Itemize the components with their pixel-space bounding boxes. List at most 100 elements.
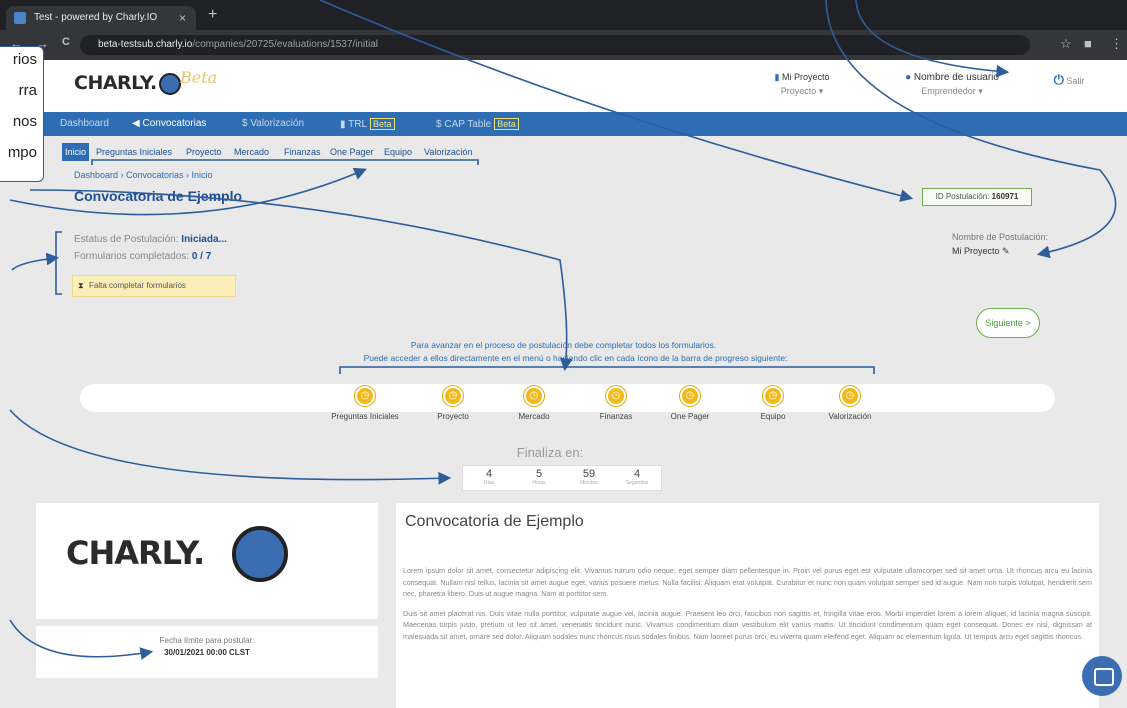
browser-tab[interactable]: Test - powered by Charly.IO × (6, 6, 196, 30)
nombre-postulacion-label: Nombre de Postulación: (952, 232, 1049, 242)
step-label: Proyecto (437, 412, 469, 421)
brand-logo[interactable]: CHARLY. (74, 72, 181, 95)
fecha-limite-value: 30/01/2021 00:00 CLST (164, 648, 250, 657)
url-path: /companies/20725/evaluations/1537/initia… (192, 39, 378, 50)
fecha-limite-card: Fecha límite para postular: 30/01/2021 0… (36, 626, 378, 678)
tab-close-icon[interactable]: × (179, 6, 186, 30)
chat-widget-icon[interactable] (1082, 656, 1122, 696)
reload-icon[interactable]: C (62, 36, 70, 48)
trl-beta-badge: Beta (370, 118, 395, 130)
extension-icon[interactable]: ■ (1084, 36, 1092, 51)
clock-icon: ◷ (355, 386, 375, 406)
status-value: Iniciada... (181, 234, 227, 245)
tab-valorizacion[interactable]: Valorización (424, 143, 472, 161)
step-label: One Pager (670, 412, 710, 421)
countdown-value: 4 (633, 468, 641, 480)
convocatoria-logo-badge-icon (232, 526, 288, 582)
nav-dashboard[interactable]: Dashboard (60, 112, 109, 136)
nav-cap-table[interactable]: $ CAP Table Beta (436, 112, 519, 136)
finaliza-label: Finaliza en: (516, 445, 584, 460)
description-paragraph: Duis sit amet placerat nis. Duis vitae n… (403, 608, 1092, 641)
logout-label: Salir (1066, 76, 1085, 86)
annotation-callout: rios rra nos mpo (0, 46, 44, 182)
countdown-unit: Horas (532, 480, 546, 486)
logout-button[interactable]: ⏻ Salir (1044, 72, 1094, 88)
countdown-value: 59 (582, 468, 596, 480)
project-icon: ▮ (774, 72, 780, 82)
app-header: CHARLY. Beta ▮ Mi Proyecto Proyecto ▾ ● … (0, 60, 1127, 112)
browser-toolbar: ← → C beta-testsub.charly.io/companies/2… (0, 30, 1127, 60)
favicon-icon (14, 12, 26, 24)
brand-badge-icon (158, 72, 181, 95)
dollar-icon: $ (436, 119, 442, 130)
step-one-pager[interactable]: ◷ One Pager (655, 386, 725, 421)
id-postulacion-value: 160971 (991, 192, 1019, 201)
countdown-value: 5 (535, 468, 543, 480)
callout-line: rra (18, 82, 37, 99)
nombre-postulacion: Nombre de Postulación: Mi Proyecto ✎ (952, 232, 1048, 257)
status-line: Estatus de Postulación: Iniciada... (74, 234, 227, 245)
step-finanzas[interactable]: ◷ Finanzas (581, 386, 651, 421)
nav-convocatorias[interactable]: ◀ Convocatorias (132, 112, 206, 136)
new-tab-button[interactable]: + (208, 6, 217, 24)
step-mercado[interactable]: ◷ Mercado (499, 386, 569, 421)
fecha-limite-label: Fecha límite para postular: (159, 636, 255, 645)
nav-cap-table-label: CAP Table (444, 119, 492, 130)
countdown: 4 Días 5 Horas 59 Minutos 4 Segundos (462, 465, 662, 491)
project-menu[interactable]: ▮ Mi Proyecto Proyecto ▾ (762, 72, 842, 97)
clock-icon: ◷ (680, 386, 700, 406)
tab-proyecto[interactable]: Proyecto (186, 143, 222, 161)
step-proyecto[interactable]: ◷ Proyecto (418, 386, 488, 421)
nav-valorizacion[interactable]: $ Valorización (242, 112, 304, 136)
user-name: Nombre de usuario (913, 72, 999, 83)
countdown-unit: Días (483, 480, 495, 486)
tab-equipo[interactable]: Equipo (384, 143, 412, 161)
nav-convocatorias-label: Convocatorias (142, 118, 207, 129)
nombre-postulacion-value: Mi Proyecto (952, 246, 1000, 256)
project-dropdown[interactable]: Proyecto ▾ (762, 86, 842, 97)
countdown-minutes: 59 Minutos (569, 468, 609, 486)
forms-line: Formularios completados: 0 / 7 (74, 251, 211, 262)
breadcrumb[interactable]: Dashboard › Convocatorias › Inicio (74, 170, 213, 180)
user-menu[interactable]: ● Nombre de usuario Emprendedor ▾ (892, 72, 1012, 97)
clock-icon: ◷ (840, 386, 860, 406)
star-icon[interactable]: ☆ (1060, 36, 1072, 52)
callout-line: nos (12, 113, 37, 130)
trl-icon: ▮ (340, 119, 346, 130)
countdown-seconds: 4 Segundos (617, 468, 657, 486)
user-role-dropdown[interactable]: Emprendedor ▾ (892, 86, 1012, 97)
status-label: Estatus de Postulación: (74, 234, 179, 245)
forms-value: 0 / 7 (191, 251, 212, 262)
cap-table-beta-badge: Beta (494, 118, 519, 130)
step-equipo[interactable]: ◷ Equipo (738, 386, 808, 421)
step-label: Preguntas Iniciales (331, 412, 399, 421)
page-title: Convocatoria de Ejemplo (74, 188, 243, 204)
tab-finanzas[interactable]: Finanzas (284, 143, 321, 161)
step-preguntas-iniciales[interactable]: ◷ Preguntas Iniciales (330, 386, 400, 421)
callout-line: mpo (7, 144, 37, 161)
id-postulacion-badge: ID Postulación: 160971 (922, 188, 1032, 206)
nav-trl[interactable]: ▮ TRL Beta (340, 112, 395, 136)
description-paragraph: Lorem ipsum dolor sit amet, consectetur … (403, 566, 1092, 598)
callout-line: rios (12, 51, 37, 68)
pencil-icon[interactable]: ✎ (1002, 246, 1010, 256)
address-bar[interactable]: beta-testsub.charly.io/companies/20725/e… (80, 35, 1030, 55)
clock-icon: ◷ (606, 386, 626, 406)
brand-text: CHARLY. (74, 72, 157, 94)
tab-preguntas-iniciales[interactable]: Preguntas Iniciales (96, 143, 172, 161)
power-icon: ⏻ (1053, 72, 1064, 87)
user-icon: ● (905, 72, 912, 83)
description-card: Convocatoria de Ejemplo Lorem ipsum dolo… (396, 503, 1099, 708)
falta-alert: ⧗ Falta completar formularios (72, 275, 236, 297)
tab-mercado[interactable]: Mercado (234, 143, 269, 161)
id-postulacion-label: ID Postulación: (935, 192, 990, 201)
siguiente-button[interactable]: Siguiente > (976, 308, 1040, 338)
dollar-icon: $ (242, 118, 248, 129)
tab-inicio[interactable]: Inicio (62, 143, 90, 161)
clock-icon: ◷ (443, 386, 463, 406)
menu-kebab-icon[interactable]: ⋮ (1110, 36, 1123, 52)
step-valorizacion[interactable]: ◷ Valorización (815, 386, 885, 421)
countdown-value: 4 (485, 468, 493, 480)
nav-valorizacion-label: Valorización (250, 118, 305, 129)
tab-one-pager[interactable]: One Pager (330, 143, 374, 161)
